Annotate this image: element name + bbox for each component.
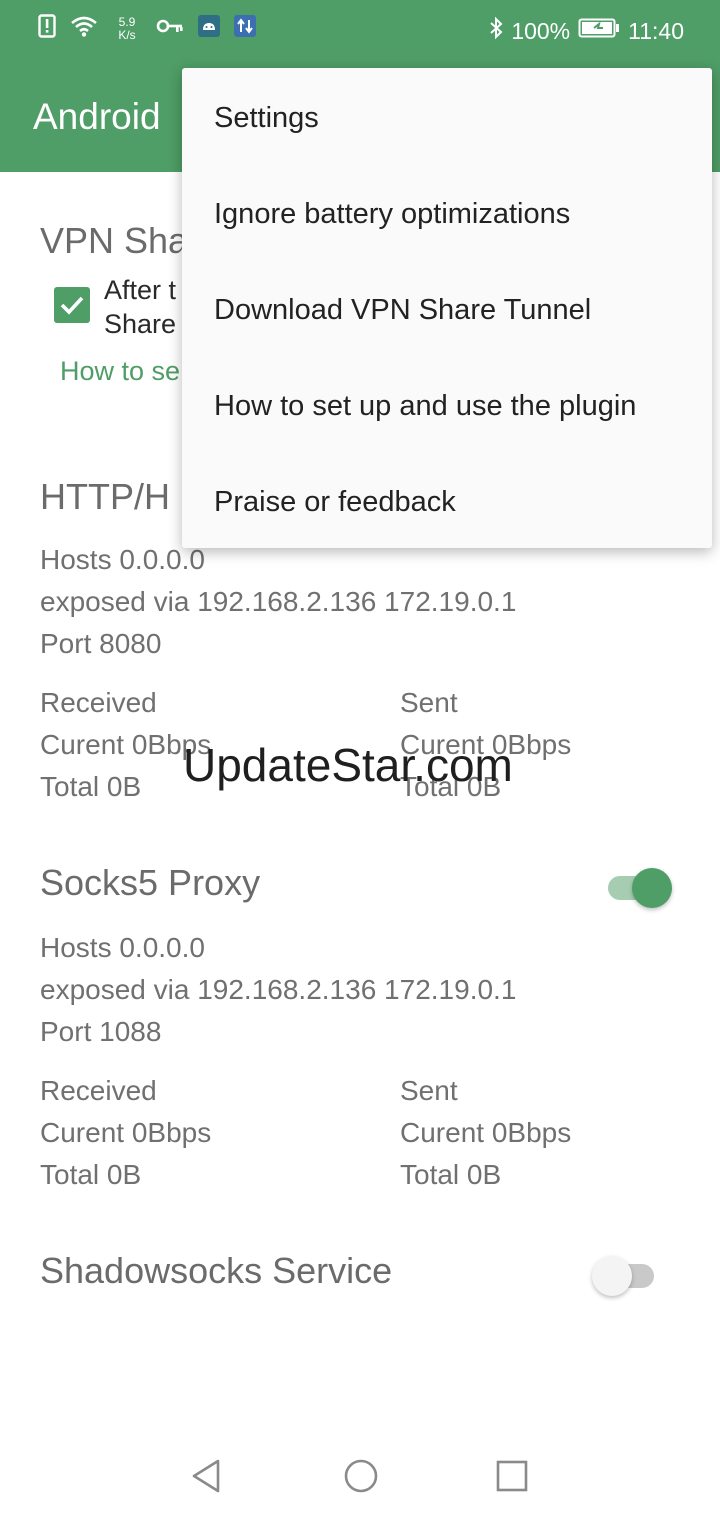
menu-item-download-vpn-share-tunnel[interactable]: Download VPN Share Tunnel — [182, 262, 712, 358]
http-sent-label: Sent — [400, 687, 458, 718]
socks-received-total: Total 0B — [40, 1159, 142, 1190]
socks-section-title: Socks5 Proxy — [40, 862, 261, 903]
http-received-total: Total 0B — [40, 771, 142, 802]
android-icon — [198, 15, 220, 42]
navigation-bar — [0, 1432, 720, 1520]
clock: 11:40 — [628, 17, 684, 44]
vpn-share-checkbox[interactable] — [54, 287, 90, 323]
home-icon[interactable] — [341, 1456, 381, 1496]
socks-proxy-toggle[interactable] — [604, 862, 674, 912]
battery-icon — [578, 17, 620, 45]
socks-received-label: Received — [40, 1075, 157, 1106]
status-bar: 5.9 K/s 100% 11:40 — [0, 0, 720, 62]
http-exposed: exposed via 192.168.2.136 172.19.0.1 — [40, 586, 517, 617]
socks-sent-current: Curent 0Bbps — [400, 1117, 572, 1148]
recents-icon[interactable] — [492, 1456, 532, 1496]
menu-item-plugin-help[interactable]: How to set up and use the plugin — [182, 358, 712, 454]
battery-percent: 100% — [511, 17, 571, 44]
socks-sent-total: Total 0B — [400, 1159, 502, 1190]
vpn-section-title: VPN Sha — [40, 220, 189, 261]
socks-received-current: Curent 0Bbps — [40, 1117, 212, 1148]
wifi-icon — [70, 15, 98, 42]
socks-port: Port 1088 — [40, 1016, 162, 1047]
toggle-thumb — [592, 1256, 632, 1296]
net-speed: 5.9 K/s — [112, 14, 142, 42]
http-hosts: Hosts 0.0.0.0 — [40, 544, 205, 575]
socks-sent-label: Sent — [400, 1075, 458, 1106]
bluetooth-icon — [489, 16, 503, 46]
vpn-key-icon — [156, 18, 184, 39]
menu-item-praise-feedback[interactable]: Praise or feedback — [182, 454, 712, 550]
shadowsocks-toggle[interactable] — [592, 1250, 662, 1300]
menu-item-ignore-battery-optimizations[interactable]: Ignore battery optimizations — [182, 166, 712, 262]
socks-hosts: Hosts 0.0.0.0 — [40, 932, 205, 963]
overflow-menu: Settings Ignore battery optimizations Do… — [182, 68, 712, 548]
alert-icon — [38, 14, 56, 43]
http-section-title: HTTP/H — [40, 476, 170, 517]
net-speed-unit: K/s — [118, 27, 136, 42]
menu-item-settings[interactable]: Settings — [182, 70, 712, 166]
data-transfer-icon — [234, 15, 256, 42]
net-speed-value: 5.9 — [118, 14, 136, 29]
back-icon[interactable] — [188, 1456, 228, 1496]
shadowsocks-section-title: Shadowsocks Service — [40, 1250, 393, 1291]
watermark-text: UpdateStar.com — [183, 739, 513, 791]
vpn-setup-link[interactable]: How to se — [60, 356, 180, 387]
toggle-thumb — [632, 868, 672, 908]
app-title: Android — [33, 96, 161, 137]
status-right: 100% 11:40 — [489, 16, 684, 46]
check-icon — [60, 296, 84, 315]
http-received-label: Received — [40, 687, 157, 718]
vpn-checkbox-label-line2: Share — [104, 309, 177, 339]
status-left-icons: 5.9 K/s — [38, 14, 256, 43]
socks-exposed: exposed via 192.168.2.136 172.19.0.1 — [40, 974, 517, 1005]
http-port: Port 8080 — [40, 628, 162, 659]
